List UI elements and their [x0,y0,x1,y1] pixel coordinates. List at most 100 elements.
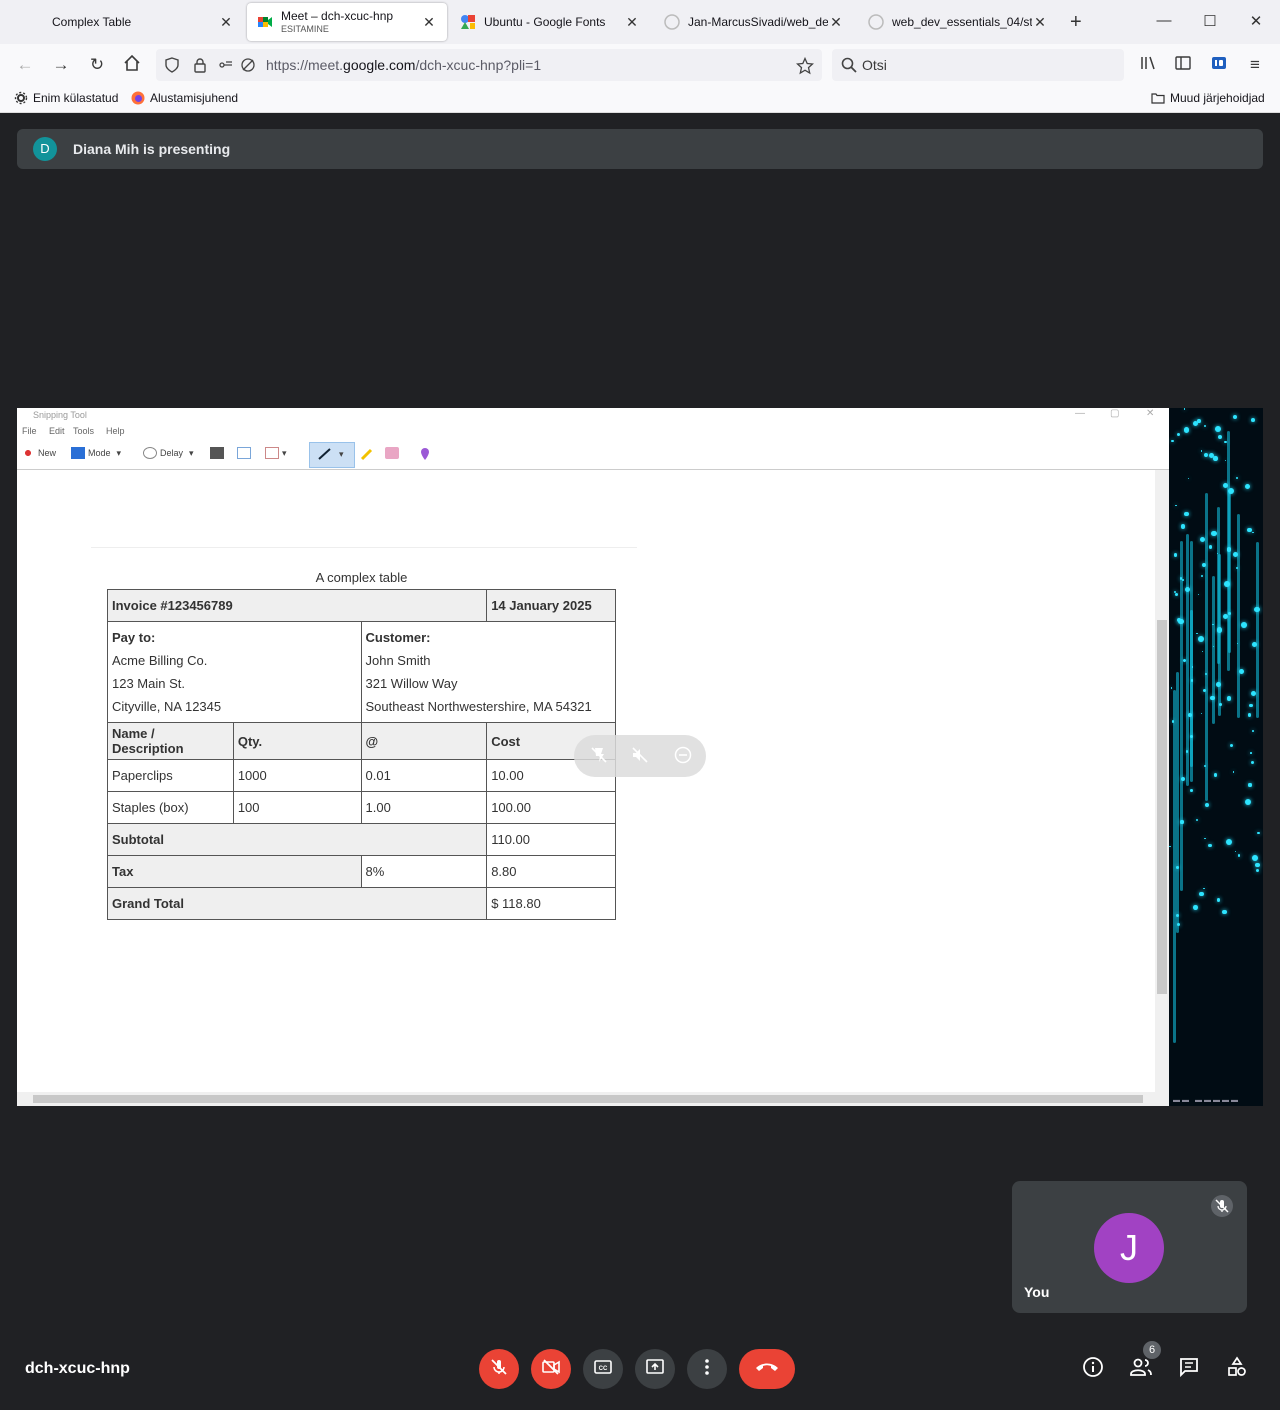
column-header: Qty. [232,722,362,760]
item-name: Staples (box) [107,791,234,824]
camera-toggle-button[interactable] [531,1349,571,1389]
close-window-button[interactable]: ✕ [1246,12,1266,30]
light-particle [1198,593,1200,595]
minimize-button[interactable]: — [1154,12,1174,29]
library-icon[interactable] [1137,54,1159,76]
copy-icon [237,447,254,459]
subtotal-label: Subtotal [106,823,488,856]
maximize-button[interactable]: ☐ [1200,12,1220,30]
tab-label: Complex Table [52,15,132,29]
mic-toggle-button[interactable] [479,1349,519,1389]
light-particle [1248,783,1252,787]
light-particle [1182,579,1184,581]
id-card-extension-icon[interactable] [1208,54,1230,76]
light-particle [1195,819,1198,822]
pay-to-line: Cityville, NA 12345 [112,699,222,714]
invoice-date: 14 January 2025 [486,589,616,622]
light-particle [1201,712,1203,714]
more-options-button[interactable] [687,1349,727,1389]
captions-button[interactable]: CC [583,1349,623,1389]
clock-icon [143,447,157,459]
pen-icon: ▾ [317,447,344,461]
light-particle [1171,720,1175,723]
tax-rate: 8% [360,855,488,888]
back-arrow-icon[interactable]: ← [14,54,36,76]
reload-icon[interactable]: ↻ [86,54,108,76]
light-particle [1221,909,1227,915]
address-bar[interactable]: https://meet.google.com/dch-xcuc-hnp?pli… [156,49,822,81]
light-particle [1224,459,1226,461]
pin-off-icon[interactable] [589,746,609,766]
leave-call-button[interactable] [739,1349,795,1389]
chat-button[interactable] [1175,1355,1203,1383]
remove-icon[interactable] [673,746,693,766]
tab-label: Jan-MarcusSivadi/web_dev [688,15,828,29]
light-particle [1213,773,1217,777]
chat-icon [1178,1356,1200,1383]
light-particle [1216,898,1221,903]
light-particle [1219,702,1222,706]
tax-label: Tax [107,855,362,888]
hamburger-menu-icon[interactable]: ≡ [1244,54,1266,76]
close-icon[interactable]: ✕ [1032,14,1048,31]
snip-maximize-button: ▢ [1110,408,1120,419]
tab-github-1[interactable]: Jan-MarcusSivadi/web_dev ✕ [654,3,854,41]
camera-blocked-icon[interactable] [240,57,256,73]
close-icon[interactable]: ✕ [828,14,844,31]
item-unit-price: 0.01 [360,759,488,792]
volume-off-icon[interactable] [630,746,650,766]
lock-icon[interactable] [192,57,208,73]
permissions-icon[interactable] [218,57,234,73]
tab-github-2[interactable]: web_dev_essentials_04/style ✕ [858,3,1058,41]
tab-google-fonts[interactable]: Ubuntu - Google Fonts ✕ [450,3,650,41]
light-particle [1228,488,1235,495]
light-particle [1232,770,1235,773]
bookmark-getting-started[interactable]: Alustamisjuhend [131,91,238,105]
participant-count-badge: 6 [1143,1341,1161,1359]
close-icon[interactable]: ✕ [421,14,437,31]
meeting-details-button[interactable] [1079,1355,1107,1383]
bookmark-most-visited[interactable]: Enim külastatud [14,91,118,105]
light-particle [1200,450,1203,452]
light-streak [1205,493,1209,801]
light-particle [1226,547,1232,552]
light-particle [1252,855,1259,862]
light-streak [1179,541,1183,891]
people-button[interactable] [1127,1355,1155,1383]
firefox-icon [131,91,145,105]
sidebar-icon[interactable] [1172,54,1194,76]
snip-toolbar: New Mode ▾ Delay ▾ ▾ ▾ [17,440,1169,470]
light-particle [1173,590,1176,594]
presenting-banner: D Diana Mih is presenting [17,129,1263,169]
pay-to-line: 123 Main St. [112,676,185,691]
presenting-text: Diana Mih is presenting [73,141,231,157]
light-particle [1234,850,1237,853]
bookmark-other[interactable]: Muud järjehoidjad [1151,91,1265,105]
light-particle [1175,913,1179,917]
search-bar[interactable]: Otsi [832,49,1124,81]
light-particle [1217,435,1222,440]
present-now-button[interactable] [635,1349,675,1389]
close-icon[interactable]: ✕ [624,14,640,31]
light-particle [1230,744,1234,748]
new-tab-button[interactable]: + [1070,12,1082,32]
light-particle [1250,760,1255,764]
github-icon [664,14,680,30]
light-particle [1169,845,1172,848]
folder-icon [1151,91,1165,105]
pay-to-cell: Pay to: Acme Billing Co. 123 Main St. Ci… [107,621,362,723]
self-video-tile[interactable]: J You [1012,1181,1247,1313]
tab-complex-table[interactable]: Complex Table ✕ [0,3,244,41]
star-icon[interactable] [795,56,815,75]
tax-value: 8.80 [486,855,616,888]
wallpaper-watermark: ▬▬ ▬▬▬▬▬ [1173,1097,1240,1104]
close-icon[interactable]: ✕ [218,14,234,31]
shield-icon[interactable] [164,57,180,73]
home-icon[interactable] [121,54,143,76]
tab-meet[interactable]: Meet – dch-xcuc-hnp ESITAMINE ✕ [247,3,447,41]
forward-arrow-icon[interactable]: → [50,54,72,76]
light-particle [1252,641,1257,647]
activities-button[interactable] [1223,1355,1251,1383]
light-particle [1202,650,1204,653]
light-particle [1255,862,1260,867]
